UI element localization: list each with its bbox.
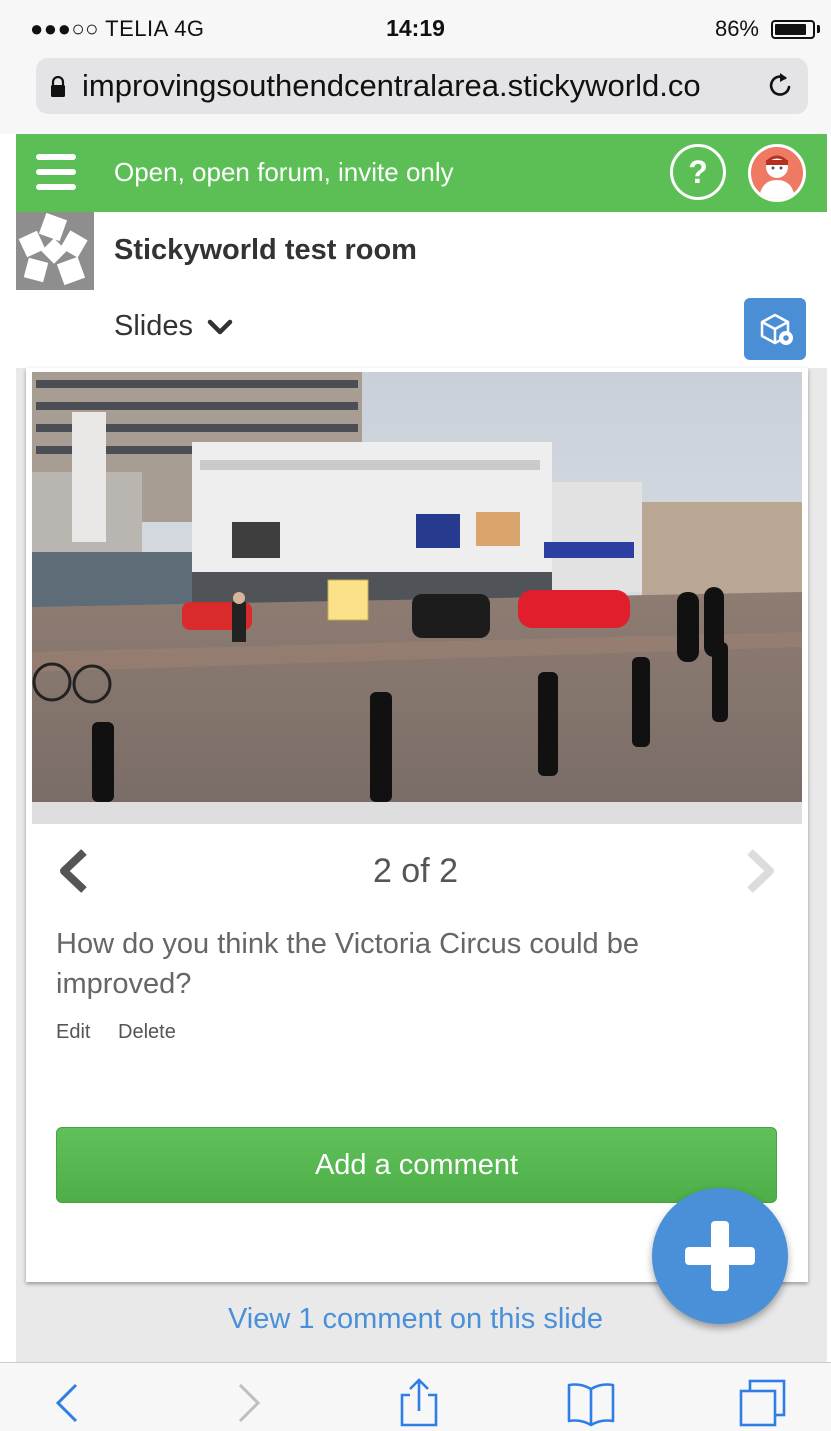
- tabs-icon[interactable]: [738, 1377, 788, 1427]
- street-photo: [32, 372, 802, 802]
- browser-toolbar: [0, 1362, 831, 1431]
- reload-icon[interactable]: [764, 70, 796, 102]
- next-slide-icon[interactable]: [742, 848, 778, 894]
- app-header: Open, open forum, invite only ?: [16, 134, 827, 212]
- header-title: Open, open forum, invite only: [114, 157, 454, 187]
- lock-icon: [51, 76, 65, 97]
- clock: 14:19: [386, 15, 445, 41]
- view-comments-link[interactable]: View 1 comment on this slide: [0, 1303, 831, 1336]
- avatar[interactable]: [748, 144, 806, 202]
- help-button[interactable]: ?: [670, 144, 726, 200]
- status-bar: ●●●○○ TELIA 4G 14:19 86%: [0, 0, 831, 56]
- share-icon[interactable]: [394, 1377, 444, 1427]
- slide-image[interactable]: [32, 372, 802, 802]
- slide-question: How do you think the Victoria Circus cou…: [56, 928, 639, 1000]
- image-caption-strip: [32, 802, 802, 824]
- url-text: improvingsouthendcentralarea.stickyworld…: [82, 68, 701, 103]
- room-settings-button[interactable]: [744, 298, 806, 360]
- delete-link[interactable]: Delete: [118, 1021, 176, 1044]
- slides-dropdown[interactable]: Slides: [114, 310, 233, 343]
- back-icon[interactable]: [44, 1377, 94, 1427]
- hamburger-menu-icon[interactable]: [36, 154, 76, 190]
- battery-percentage: 86%: [714, 16, 759, 41]
- bookmarks-icon[interactable]: [566, 1377, 616, 1427]
- slides-dropdown-label: Slides: [114, 310, 193, 342]
- stickyworld-logo: [16, 212, 94, 290]
- edit-link[interactable]: Edit: [56, 1021, 90, 1044]
- cube-settings-icon: [760, 313, 793, 345]
- add-comment-button[interactable]: Add a comment: [56, 1127, 777, 1203]
- room-title: Stickyworld test room: [114, 234, 417, 266]
- battery-icon: [771, 20, 815, 39]
- forward-icon[interactable]: [222, 1377, 272, 1427]
- chevron-down-icon: [207, 320, 233, 335]
- user-avatar-icon: [759, 155, 795, 199]
- room-header: Stickyworld test room Slides: [16, 212, 827, 369]
- address-bar[interactable]: improvingsouthendcentralarea.stickyworld…: [36, 58, 808, 114]
- slide-counter: 2 of 2: [372, 852, 459, 890]
- browser-address-area: improvingsouthendcentralarea.stickyworld…: [0, 56, 831, 134]
